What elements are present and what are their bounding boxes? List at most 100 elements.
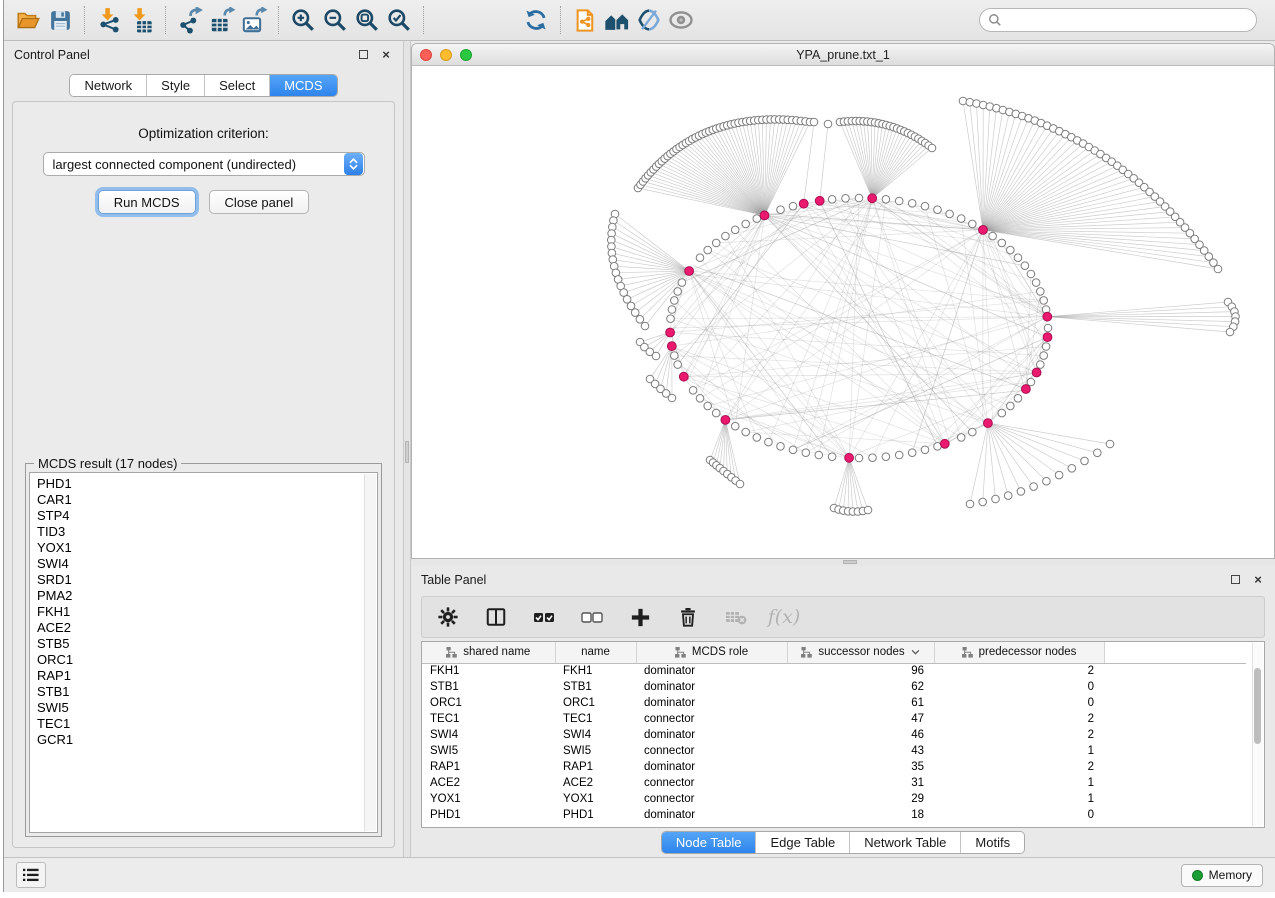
table-tab-network-table[interactable]: Network Table — [849, 832, 960, 853]
network-node[interactable] — [678, 279, 686, 287]
network-node[interactable] — [1081, 457, 1089, 465]
network-node[interactable] — [828, 453, 836, 461]
splitter-grip[interactable] — [843, 560, 857, 564]
tab-mcds[interactable]: MCDS — [269, 75, 336, 96]
export-table-icon[interactable] — [206, 4, 238, 36]
mcds-hub-node[interactable] — [679, 372, 688, 381]
mcds-hub-node[interactable] — [1043, 312, 1052, 321]
gear-icon[interactable] — [436, 605, 460, 629]
mcds-result-item[interactable]: FKH1 — [37, 604, 377, 620]
mcds-result-item[interactable]: SWI5 — [37, 700, 377, 716]
network-node[interactable] — [928, 144, 936, 152]
network-node[interactable] — [1068, 465, 1076, 473]
network-node[interactable] — [753, 215, 761, 223]
network-node[interactable] — [908, 200, 916, 208]
mcds-result-item[interactable]: PMA2 — [37, 588, 377, 604]
network-node[interactable] — [864, 506, 872, 514]
mcds-result-item[interactable]: TEC1 — [37, 716, 377, 732]
network-node[interactable] — [895, 451, 903, 459]
network-node[interactable] — [1037, 288, 1045, 296]
network-node[interactable] — [855, 194, 863, 202]
table-row[interactable]: YOX1YOX1connector291 — [422, 791, 1246, 807]
network-node[interactable] — [1014, 254, 1022, 262]
table-row[interactable]: RAP1RAP1dominator352 — [422, 759, 1246, 775]
mcds-hub-node[interactable] — [979, 226, 988, 235]
hide-graphics-details-icon[interactable] — [633, 4, 665, 36]
mcds-result-item[interactable]: GCR1 — [37, 732, 377, 748]
mcds-hub-node[interactable] — [815, 196, 824, 205]
network-node[interactable] — [671, 297, 679, 305]
network-node[interactable] — [736, 480, 744, 488]
table-tab-motifs[interactable]: Motifs — [960, 832, 1024, 853]
delete-column-icon[interactable] — [676, 605, 700, 629]
close-panel-button[interactable]: Close panel — [209, 190, 310, 214]
network-node[interactable] — [696, 395, 704, 403]
tab-style[interactable]: Style — [146, 75, 204, 96]
zoom-out-icon[interactable] — [319, 4, 351, 36]
network-node[interactable] — [1226, 328, 1234, 336]
table-tab-edge-table[interactable]: Edge Table — [755, 832, 849, 853]
network-node[interactable] — [979, 498, 987, 506]
network-node[interactable] — [869, 454, 877, 462]
import-network-icon[interactable] — [93, 4, 125, 36]
mcds-hub-node[interactable] — [1032, 368, 1041, 377]
first-neighbors-icon[interactable] — [601, 4, 633, 36]
table-row[interactable]: SWI5SWI5connector431 — [422, 743, 1246, 759]
network-node[interactable] — [815, 451, 823, 459]
mcds-hub-node[interactable] — [940, 439, 949, 448]
network-node[interactable] — [882, 453, 890, 461]
mcds-hub-node[interactable] — [984, 419, 993, 428]
network-node[interactable] — [722, 232, 730, 240]
network-node[interactable] — [652, 352, 660, 360]
network-node[interactable] — [921, 446, 929, 454]
network-node[interactable] — [1007, 402, 1015, 410]
network-node[interactable] — [824, 120, 832, 128]
add-column-icon[interactable] — [628, 605, 652, 629]
criterion-dropdown[interactable]: largest connected component (undirected) — [43, 152, 365, 176]
network-node[interactable] — [1042, 343, 1050, 351]
zoom-in-icon[interactable] — [287, 4, 319, 36]
select-all-icon[interactable] — [532, 605, 556, 629]
network-node[interactable] — [674, 288, 682, 296]
network-node[interactable] — [1094, 449, 1102, 457]
network-node[interactable] — [789, 202, 797, 210]
network-node[interactable] — [908, 449, 916, 457]
splitter-grip[interactable] — [405, 441, 409, 463]
table-row[interactable]: FKH1FKH1dominator962 — [422, 663, 1246, 679]
network-node[interactable] — [998, 409, 1006, 417]
mcds-hub-node[interactable] — [667, 342, 676, 351]
mcds-hub-node[interactable] — [666, 328, 675, 337]
import-table-icon[interactable] — [125, 4, 157, 36]
horizontal-splitter[interactable] — [411, 559, 1275, 566]
network-node[interactable] — [1040, 352, 1048, 360]
run-mcds-button[interactable]: Run MCDS — [98, 190, 196, 214]
panel-menu-button[interactable] — [16, 862, 46, 888]
network-node[interactable] — [1017, 488, 1025, 496]
table-scrollbar[interactable] — [1252, 643, 1263, 826]
table-row[interactable]: ORC1ORC1dominator610 — [422, 695, 1246, 711]
network-node[interactable] — [828, 196, 836, 204]
mcds-result-item[interactable]: STB1 — [37, 684, 377, 700]
mcds-result-item[interactable]: STB5 — [37, 636, 377, 652]
network-node[interactable] — [957, 215, 965, 223]
float-panel-icon[interactable] — [356, 48, 370, 62]
network-node[interactable] — [921, 202, 929, 210]
network-node[interactable] — [777, 206, 785, 214]
column-header-shared-name[interactable]: shared name — [422, 642, 555, 663]
column-header-name[interactable]: name — [555, 642, 636, 663]
network-node[interactable] — [895, 197, 903, 205]
column-layout-icon[interactable] — [484, 605, 508, 629]
mcds-hub-node[interactable] — [1043, 333, 1052, 342]
open-file-icon[interactable] — [12, 4, 44, 36]
mcds-hub-node[interactable] — [845, 453, 854, 462]
table-row[interactable]: PHD1PHD1dominator180 — [422, 807, 1246, 823]
network-node[interactable] — [742, 220, 750, 228]
network-node[interactable] — [668, 306, 676, 314]
network-node[interactable] — [674, 361, 682, 369]
save-session-icon[interactable] — [44, 4, 76, 36]
table-scrollbar-thumb[interactable] — [1254, 668, 1261, 744]
export-network-icon[interactable] — [174, 4, 206, 36]
network-node[interactable] — [689, 387, 697, 395]
refresh-view-icon[interactable] — [520, 4, 552, 36]
close-panel-icon[interactable]: × — [379, 48, 393, 62]
